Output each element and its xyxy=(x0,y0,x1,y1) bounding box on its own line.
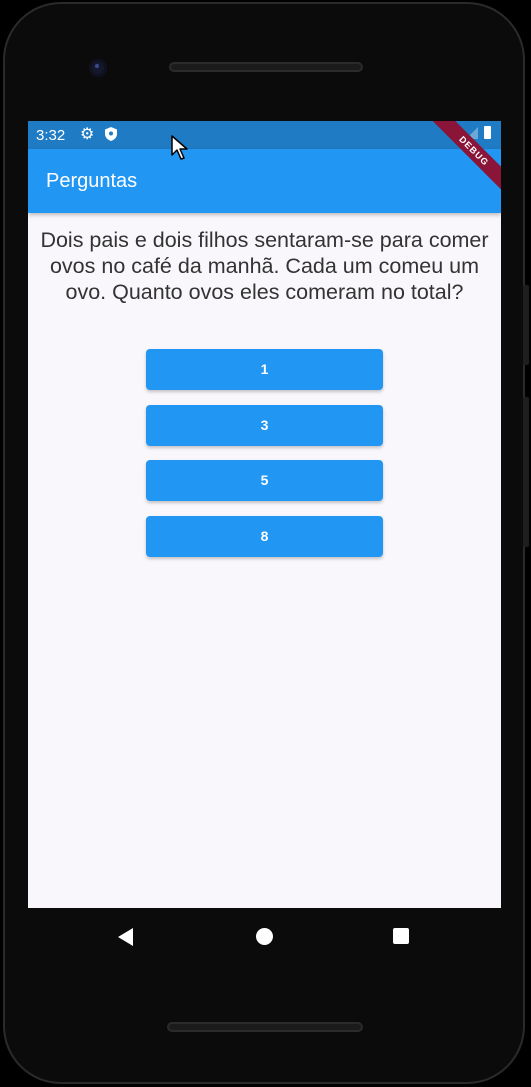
answer-button-4[interactable]: 8 xyxy=(146,515,383,557)
battery-icon xyxy=(484,126,491,139)
answer-button-3[interactable]: 5 xyxy=(146,460,383,501)
recents-icon[interactable] xyxy=(393,928,409,944)
front-camera xyxy=(89,59,107,77)
bottom-speaker xyxy=(167,1022,363,1032)
answer-button-1[interactable]: 1 xyxy=(146,349,383,390)
power-button xyxy=(523,285,529,365)
status-time: 3:32 xyxy=(36,127,66,144)
question-text: Dois pais e dois filhos sentaram-se para… xyxy=(40,228,489,304)
app-title: Perguntas xyxy=(46,170,138,192)
app-bar: Perguntas xyxy=(28,149,501,213)
gear-icon: ⚙ xyxy=(80,126,95,143)
status-bar: 3:32 ⚙ xyxy=(28,121,501,149)
app-screen: 3:32 ⚙ Perguntas DEBUG Dois pais e dois … xyxy=(28,121,501,908)
answer-button-2[interactable]: 3 xyxy=(146,404,383,446)
answer-list: 1 3 5 8 xyxy=(146,349,383,571)
back-icon[interactable] xyxy=(118,928,133,946)
volume-button xyxy=(523,397,529,547)
top-speaker xyxy=(169,62,363,72)
navigation-bar xyxy=(28,908,501,964)
home-icon[interactable] xyxy=(256,928,273,945)
shield-icon xyxy=(105,127,117,141)
